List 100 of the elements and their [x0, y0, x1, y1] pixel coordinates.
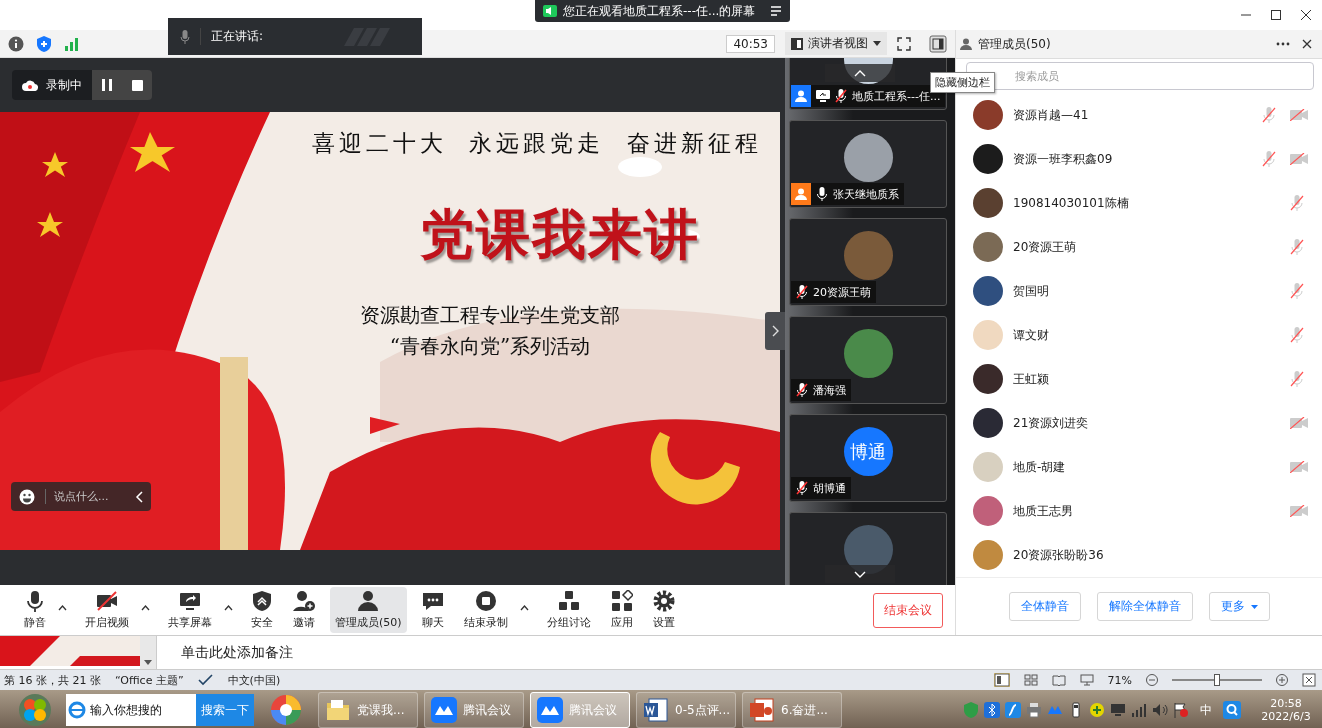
- toolbar-button[interactable]: 结束录制: [458, 587, 513, 633]
- video-tile[interactable]: 20资源王萌: [789, 218, 947, 306]
- toolbar-button[interactable]: 应用: [605, 587, 638, 633]
- video-tile[interactable]: 博通 胡博通: [789, 414, 947, 502]
- member-row[interactable]: 21资源刘进奕: [956, 401, 1322, 445]
- mic-muted-icon[interactable]: [1290, 327, 1304, 343]
- slide-subtitle: 资源勘查工程专业学生党支部: [360, 302, 620, 329]
- pause-button[interactable]: [92, 70, 122, 100]
- stop-button[interactable]: [122, 70, 152, 100]
- grid-view-icon[interactable]: [1023, 674, 1038, 686]
- camera-off-icon[interactable]: [1290, 109, 1308, 121]
- normal-view-icon[interactable]: [993, 673, 1010, 687]
- member-row[interactable]: 资源一班李积鑫09: [956, 137, 1322, 181]
- mic-muted-icon[interactable]: [1290, 283, 1304, 299]
- scroll-up-button[interactable]: [825, 64, 895, 82]
- toolbar-button[interactable]: 邀请: [288, 587, 320, 633]
- mic-muted-icon[interactable]: [1262, 151, 1276, 167]
- person-icon: [795, 188, 807, 200]
- browser-icon[interactable]: [66, 694, 88, 726]
- camera-off-icon[interactable]: [1290, 153, 1308, 165]
- view-dropdown[interactable]: 演讲者视图: [785, 32, 887, 55]
- more-icon[interactable]: [1276, 42, 1290, 46]
- web-search-field[interactable]: 输入你想搜的: [88, 694, 196, 726]
- panel-action-button[interactable]: 解除全体静音: [1096, 592, 1193, 621]
- sidebar-toggle-icon[interactable]: [929, 34, 947, 53]
- toolbar-button[interactable]: 管理成员(50): [330, 587, 407, 633]
- mic-muted-icon[interactable]: [1290, 371, 1304, 387]
- fullscreen-icon[interactable]: [897, 36, 911, 51]
- member-row[interactable]: 资源肖越—41: [956, 93, 1322, 137]
- member-name: 20资源张盼盼36: [1013, 546, 1104, 564]
- member-row[interactable]: 贺国明: [956, 269, 1322, 313]
- camera-off-icon[interactable]: [1290, 417, 1308, 429]
- signal-icon[interactable]: [1131, 703, 1147, 717]
- avatar: [973, 408, 1003, 438]
- mic-muted-icon[interactable]: [1262, 107, 1276, 123]
- avatar: [973, 188, 1003, 218]
- expand-handle[interactable]: [765, 312, 785, 350]
- scrollbar[interactable]: [140, 636, 156, 669]
- camera-off-icon[interactable]: [1290, 505, 1308, 517]
- chat-input[interactable]: 说点什么...: [11, 482, 151, 511]
- panel-action-button[interactable]: 全体静音: [1008, 592, 1081, 621]
- close-icon[interactable]: [1300, 9, 1312, 21]
- video-tile[interactable]: 张天继地质系: [789, 120, 947, 208]
- reading-view-icon[interactable]: [1051, 674, 1066, 686]
- member-name: 190814030101陈楠: [1013, 194, 1129, 212]
- menu-icon[interactable]: [770, 6, 782, 16]
- zoom-in-icon[interactable]: [1276, 674, 1288, 686]
- printer-icon[interactable]: [1026, 702, 1042, 718]
- info-icon[interactable]: [8, 35, 24, 52]
- flag-icon[interactable]: [1173, 702, 1189, 718]
- shield-icon[interactable]: [36, 35, 52, 52]
- avatar: 博通: [843, 427, 893, 476]
- toolbar-button[interactable]: 静音: [19, 587, 51, 633]
- member-row[interactable]: 王虹颍: [956, 357, 1322, 401]
- participant-name: 张天继地质系: [833, 186, 899, 202]
- close-icon[interactable]: [1302, 39, 1312, 49]
- start-button[interactable]: [18, 693, 52, 727]
- member-row[interactable]: 谭文财: [956, 313, 1322, 357]
- avatar: [973, 540, 1003, 570]
- spellcheck-icon[interactable]: [197, 674, 214, 686]
- zoom-out-icon[interactable]: [1146, 674, 1158, 686]
- search-button[interactable]: 搜索一下: [196, 694, 254, 726]
- collapse-icon[interactable]: [135, 490, 143, 503]
- end-meeting-button[interactable]: 结束会议: [873, 592, 943, 628]
- member-row[interactable]: 20资源张盼盼36: [956, 533, 1322, 577]
- member-row[interactable]: 190814030101陈楠: [956, 181, 1322, 225]
- toolbar-button[interactable]: 开启视频: [80, 587, 134, 633]
- scroll-down-button[interactable]: [825, 565, 895, 583]
- person-icon: [960, 38, 972, 50]
- member-row[interactable]: 地质-胡建: [956, 445, 1322, 489]
- participant-name: 20资源王萌: [813, 284, 871, 300]
- fit-window-icon[interactable]: [1302, 673, 1316, 687]
- search-icon[interactable]: [1223, 701, 1241, 719]
- member-row[interactable]: 地质王志男: [956, 489, 1322, 533]
- network-icon[interactable]: [1110, 702, 1126, 718]
- plus-circle-icon[interactable]: [1089, 702, 1105, 718]
- toolbar-button[interactable]: 设置: [647, 587, 680, 633]
- powerpoint-icon: [749, 697, 775, 723]
- volume-icon[interactable]: [1152, 703, 1168, 717]
- slider-thumb[interactable]: [1214, 674, 1220, 686]
- member-name: 21资源刘进奕: [1013, 414, 1089, 432]
- chevron-up-icon: [854, 69, 866, 77]
- panel-action-button[interactable]: 更多: [1208, 592, 1270, 621]
- toolbar-button[interactable]: 安全: [246, 587, 278, 633]
- toolbar-button[interactable]: 分组讨论: [541, 587, 596, 633]
- camera-off-icon[interactable]: [1290, 461, 1308, 473]
- flash-icon[interactable]: [1005, 702, 1021, 718]
- toolbar-button[interactable]: 共享屏幕: [163, 587, 217, 633]
- slideshow-icon[interactable]: [1079, 674, 1094, 686]
- input-method[interactable]: 中: [1194, 701, 1218, 719]
- toolbar-button[interactable]: 聊天: [416, 587, 449, 633]
- video-tile[interactable]: 潘海强: [789, 316, 947, 404]
- member-row[interactable]: 20资源王萌: [956, 225, 1322, 269]
- notice-text: 您正在观看地质工程系---任...的屏幕: [563, 2, 756, 20]
- maximize-icon[interactable]: [1270, 9, 1282, 21]
- meeting-timer: 40:53: [726, 34, 775, 53]
- mic-muted-icon[interactable]: [1290, 195, 1304, 211]
- colorful-app-icon[interactable]: [270, 694, 302, 726]
- bluetooth-icon[interactable]: [984, 702, 1000, 718]
- mic-muted-icon[interactable]: [1290, 239, 1304, 255]
